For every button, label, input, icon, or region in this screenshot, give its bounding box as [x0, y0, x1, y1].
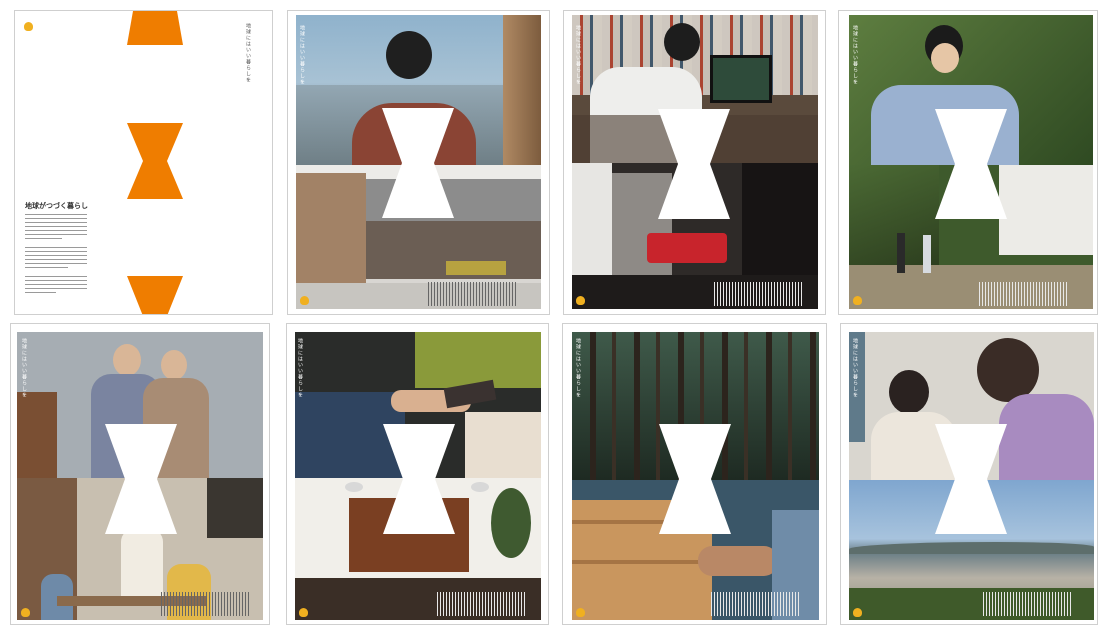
spread-hands-samples: 地球にはいい暮らしを — [286, 323, 549, 625]
cover-tagline: 地球にはいい暮らしを — [245, 23, 251, 83]
brand-logo-icon — [21, 608, 30, 617]
body-copy-columns — [428, 282, 516, 306]
white-hourglass-cutout — [382, 108, 454, 218]
body-copy-columns — [437, 592, 525, 616]
brand-logo-icon — [299, 608, 308, 617]
orange-hourglass-shape — [127, 123, 183, 199]
white-hourglass-cutout — [383, 424, 455, 534]
white-hourglass-cutout — [659, 424, 731, 534]
spread-woman-window: 地球にはいい暮らしを — [287, 10, 550, 315]
white-hourglass-cutout — [935, 424, 1007, 534]
spread-tagline: 地球にはいい暮らしを — [297, 338, 303, 398]
body-copy-columns — [714, 282, 802, 306]
brand-logo-icon — [853, 296, 862, 305]
spread-forest-wood: 地球にはいい暮らしを — [562, 323, 827, 625]
spread-tagline: 地球にはいい暮らしを — [21, 338, 27, 398]
brand-logo-icon — [300, 296, 309, 305]
spread-mother-daughter-city: 地球にはいい暮らしを — [840, 323, 1098, 625]
brand-logo-icon — [576, 608, 585, 617]
body-copy-columns — [711, 592, 799, 616]
spread-tagline: 地球にはいい暮らしを — [299, 25, 305, 85]
body-copy-columns — [979, 282, 1067, 306]
orange-top-shape — [127, 11, 183, 45]
spread-tagline: 地球にはいい暮らしを — [852, 25, 858, 85]
spread-tagline: 地球にはいい暮らしを — [575, 338, 581, 398]
cover-panel: 地球にはいい暮らしを 地球がつづく暮らし — [14, 10, 273, 315]
white-hourglass-cutout — [105, 424, 177, 534]
body-copy-columns — [161, 592, 249, 616]
spread-couple-family: 地球にはいい暮らしを — [10, 323, 270, 625]
brand-logo-icon — [853, 608, 862, 617]
orange-bottom-shape — [127, 276, 183, 314]
body-copy-columns — [983, 592, 1071, 616]
spread-man-garden: 地球にはいい暮らしを — [838, 10, 1098, 315]
white-hourglass-cutout — [935, 109, 1007, 219]
white-hourglass-cutout — [658, 109, 730, 219]
spread-tagline: 地球にはいい暮らしを — [852, 338, 858, 398]
brand-logo-icon — [576, 296, 585, 305]
brand-logo-icon — [24, 22, 33, 31]
spread-man-desk: 地球にはいい暮らしを — [563, 10, 826, 315]
cover-heading: 地球がつづく暮らし — [25, 202, 88, 210]
spread-tagline: 地球にはいい暮らしを — [575, 25, 581, 85]
cover-body-text — [25, 214, 87, 296]
